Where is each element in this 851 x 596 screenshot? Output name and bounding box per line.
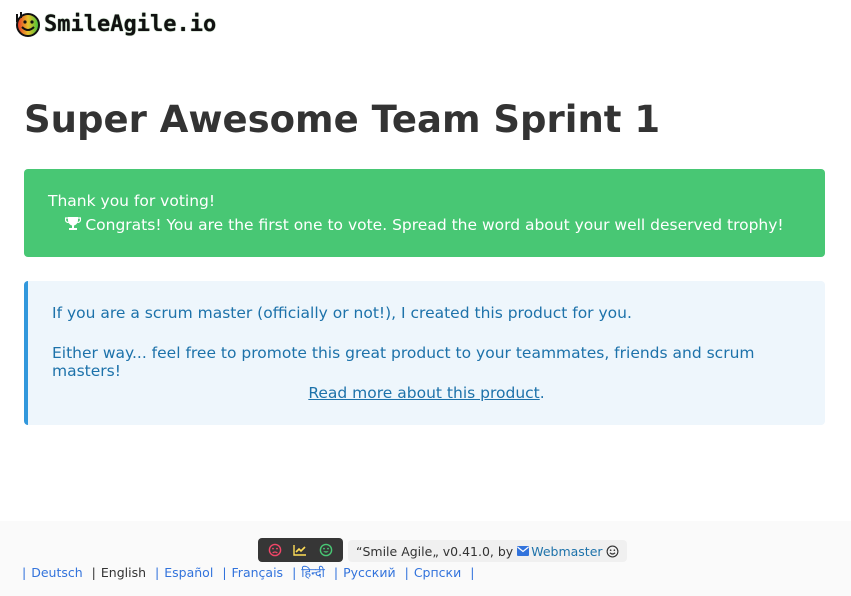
- separator: |: [404, 565, 409, 580]
- info-message-box: If you are a scrum master (officially or…: [24, 281, 825, 425]
- read-more-row: Read more about this product.: [28, 384, 825, 402]
- separator: |: [22, 565, 27, 580]
- version-text: “Smile Agile„ v0.41.0, by: [356, 543, 514, 559]
- language-link-hindi[interactable]: हिन्दी: [301, 564, 325, 581]
- promote-message: Either way... feel free to promote this …: [52, 344, 755, 380]
- happy-face-icon: [319, 543, 333, 557]
- language-link-espanol[interactable]: Español: [164, 565, 213, 580]
- brand-name: SmileAgile.io: [44, 11, 217, 37]
- scrum-master-message: If you are a scrum master (officially or…: [52, 304, 632, 322]
- brand-logo-link[interactable]: SmileAgile.io: [13, 10, 216, 38]
- congrats-message-row: Congrats! You are the first one to vote.…: [24, 216, 825, 234]
- separator: |: [470, 565, 475, 580]
- webmaster-label: Webmaster: [531, 543, 603, 559]
- page-title: Super Awesome Team Sprint 1: [24, 98, 661, 141]
- language-switcher: | Deutsch | English | Español | Français…: [22, 564, 479, 581]
- congrats-message: Congrats! You are the first one to vote.…: [85, 216, 784, 234]
- chart-button[interactable]: [292, 542, 308, 558]
- read-more-suffix: .: [539, 384, 545, 402]
- webmaster-link[interactable]: Webmaster: [513, 543, 603, 559]
- version-credit: “Smile Agile„ v0.41.0, by Webmaster: [348, 540, 627, 562]
- language-link-russian[interactable]: Русский: [343, 565, 395, 580]
- trophy-icon: [65, 217, 82, 230]
- success-notification: Thank you for voting! Congrats! You are …: [24, 169, 825, 257]
- separator: |: [292, 565, 297, 580]
- separator: |: [222, 565, 227, 580]
- language-current-english: English: [100, 565, 147, 580]
- smiley-face-logo-icon: [16, 12, 40, 37]
- sad-face-icon: [268, 543, 282, 557]
- language-link-francais[interactable]: Français: [232, 565, 284, 580]
- language-link-serbian[interactable]: Српски: [414, 565, 461, 580]
- envelope-icon: [517, 546, 530, 556]
- mood-toolbar: [258, 538, 343, 562]
- chart-line-icon: [293, 545, 307, 556]
- read-more-link[interactable]: Read more about this product: [308, 384, 539, 402]
- separator: |: [333, 565, 339, 580]
- separator: |: [91, 565, 96, 580]
- separator: |: [155, 565, 160, 580]
- happy-face-button[interactable]: [318, 542, 334, 558]
- sad-face-button[interactable]: [267, 542, 283, 558]
- language-link-deutsch[interactable]: Deutsch: [31, 565, 82, 580]
- thank-you-message: Thank you for voting!: [48, 192, 216, 210]
- smiley-icon: [606, 545, 618, 557]
- footer: “Smile Agile„ v0.41.0, by Webmaster | De…: [0, 521, 851, 596]
- navbar: SmileAgile.io: [0, 0, 851, 50]
